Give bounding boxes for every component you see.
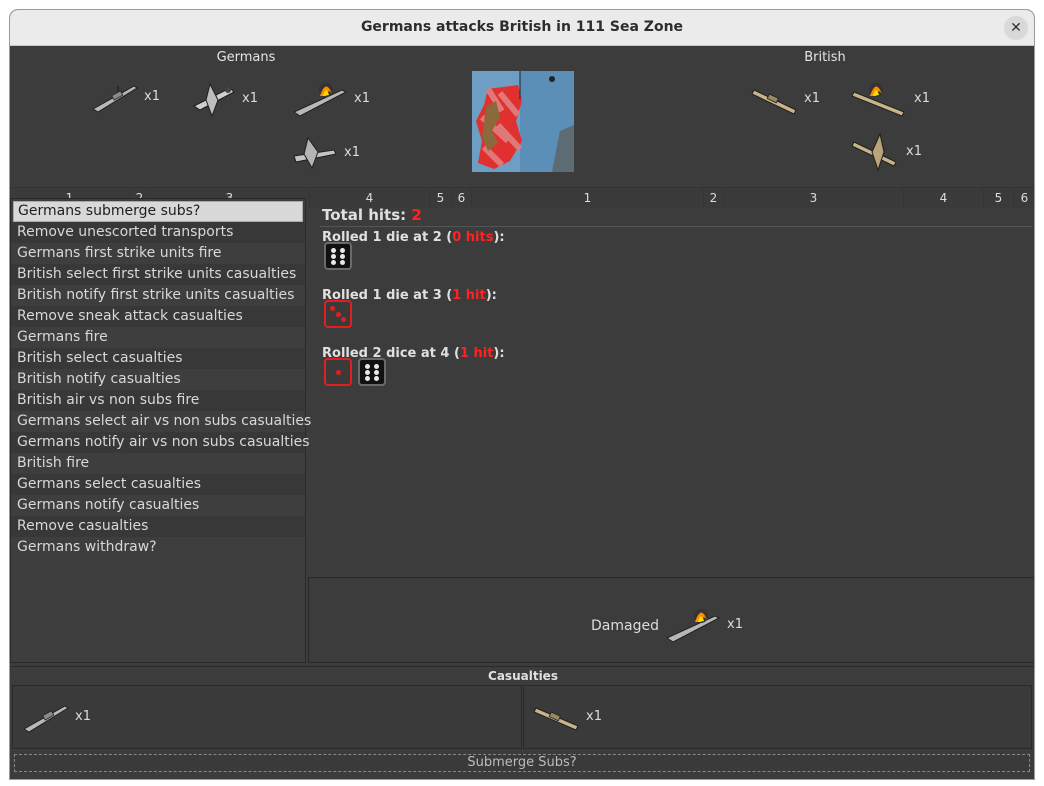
die-6-icon [324, 242, 352, 270]
close-icon: ✕ [1010, 20, 1022, 36]
unit-count: x1 [804, 90, 820, 106]
step-item[interactable]: Germans submerge subs? [13, 201, 303, 222]
step-item[interactable]: Germans notify air vs non subs casualtie… [11, 432, 310, 453]
step-item[interactable]: British fire [11, 453, 305, 474]
unit-count: x1 [727, 616, 743, 632]
step-item[interactable]: Germans withdraw? [11, 537, 305, 558]
battleship-icon [751, 89, 797, 115]
defender-casualties-panel: x1 [523, 685, 1032, 749]
unit-count: x1 [75, 708, 91, 724]
unit-count: x1 [344, 144, 360, 160]
step-item[interactable]: Remove unescorted transports [11, 222, 305, 243]
unit-count: x1 [144, 88, 160, 104]
battleship-icon [23, 705, 69, 733]
die-pip [340, 247, 346, 253]
damaged-battleship-icon [665, 609, 721, 643]
step-item[interactable]: Remove sneak attack casualties [11, 306, 305, 327]
unit-count: x1 [906, 143, 922, 159]
battleship-icon [533, 707, 579, 731]
defender-unit: x1 [750, 76, 820, 120]
battleship-icon [92, 85, 138, 113]
step-item[interactable]: Remove casualties [11, 516, 305, 537]
step-item[interactable]: Germans fire [11, 327, 305, 348]
damaged-unit: x1 [663, 600, 743, 648]
territory-map-image [472, 71, 574, 172]
attacker-unit: x1 [290, 132, 360, 172]
bomber-icon [293, 136, 337, 170]
fighter-icon [851, 132, 897, 172]
unit-count: x1 [354, 90, 370, 106]
close-button[interactable]: ✕ [1004, 16, 1028, 40]
casualty-unit: x1 [21, 696, 91, 736]
die-pip [340, 316, 346, 322]
defender-unit: x1 [850, 76, 930, 120]
step-item[interactable]: British select first strike units casual… [11, 264, 305, 285]
damaged-battleship-icon [851, 83, 905, 117]
step-item[interactable]: Germans select casualties [11, 474, 305, 495]
die-pip [374, 363, 380, 369]
casualty-unit: x1 [532, 696, 602, 736]
step-item[interactable]: British air vs non subs fire [11, 390, 305, 411]
die-pip [374, 375, 380, 381]
window-title: Germans attacks British in 111 Sea Zone [360, 19, 684, 35]
die-3-icon [324, 300, 352, 328]
step-item[interactable]: British select casualties [11, 348, 305, 369]
die-pip [330, 259, 336, 265]
casualties-title: Casualties [10, 666, 1034, 685]
attacker-unit: x1 [290, 76, 370, 120]
divider [320, 226, 1032, 227]
total-hits-value: 2 [411, 206, 422, 224]
die-1-icon [324, 358, 352, 386]
die-6-icon [358, 358, 386, 386]
battle-steps-list[interactable]: Germans submerge subs? Remove unescorted… [10, 198, 311, 663]
step-item[interactable]: British notify first strike units casual… [11, 285, 305, 306]
die-pip [364, 363, 370, 369]
die-pip [335, 311, 341, 317]
unit-count: x1 [914, 90, 930, 106]
die-pip [364, 375, 370, 381]
fighter-icon [193, 82, 235, 118]
attacker-label: Germans [216, 50, 276, 65]
step-item[interactable]: British notify casualties [11, 369, 305, 390]
total-hits-label: Total hits: [322, 206, 412, 224]
step-item[interactable]: Germans select air vs non subs casualtie… [11, 411, 311, 432]
damaged-units-panel: Damaged x1 [308, 577, 1034, 663]
unit-count: x1 [242, 90, 258, 106]
die-pip [340, 259, 346, 265]
attacker-unit: x1 [188, 76, 258, 120]
total-hits: Total hits: 2 [322, 206, 422, 224]
die-pip [364, 369, 370, 375]
die-pip [374, 369, 380, 375]
attacker-casualties-panel: x1 [12, 685, 522, 749]
step-item[interactable]: Germans notify casualties [11, 495, 305, 516]
die-pip [330, 306, 336, 312]
die-pip [340, 253, 346, 259]
attacker-unit: x1 [90, 76, 160, 116]
title-bar: Germans attacks British in 111 Sea Zone … [10, 10, 1034, 46]
unit-count: x1 [586, 708, 602, 724]
damaged-label: Damaged [591, 618, 659, 634]
dice-results-panel: Total hits: 2 Rolled 1 die at 2 (0 hits)… [308, 198, 1034, 576]
step-item[interactable]: Germans first strike units fire [11, 243, 305, 264]
battle-window: Germans attacks British in 111 Sea Zone … [9, 9, 1035, 780]
submerge-subs-button[interactable]: Submerge Subs? [14, 754, 1030, 772]
die-pip [330, 253, 336, 259]
defender-unit: x1 [850, 128, 922, 174]
die-pip [335, 369, 341, 375]
damaged-battleship-icon [292, 83, 348, 117]
defender-label: British [804, 50, 846, 65]
die-pip [330, 247, 336, 253]
